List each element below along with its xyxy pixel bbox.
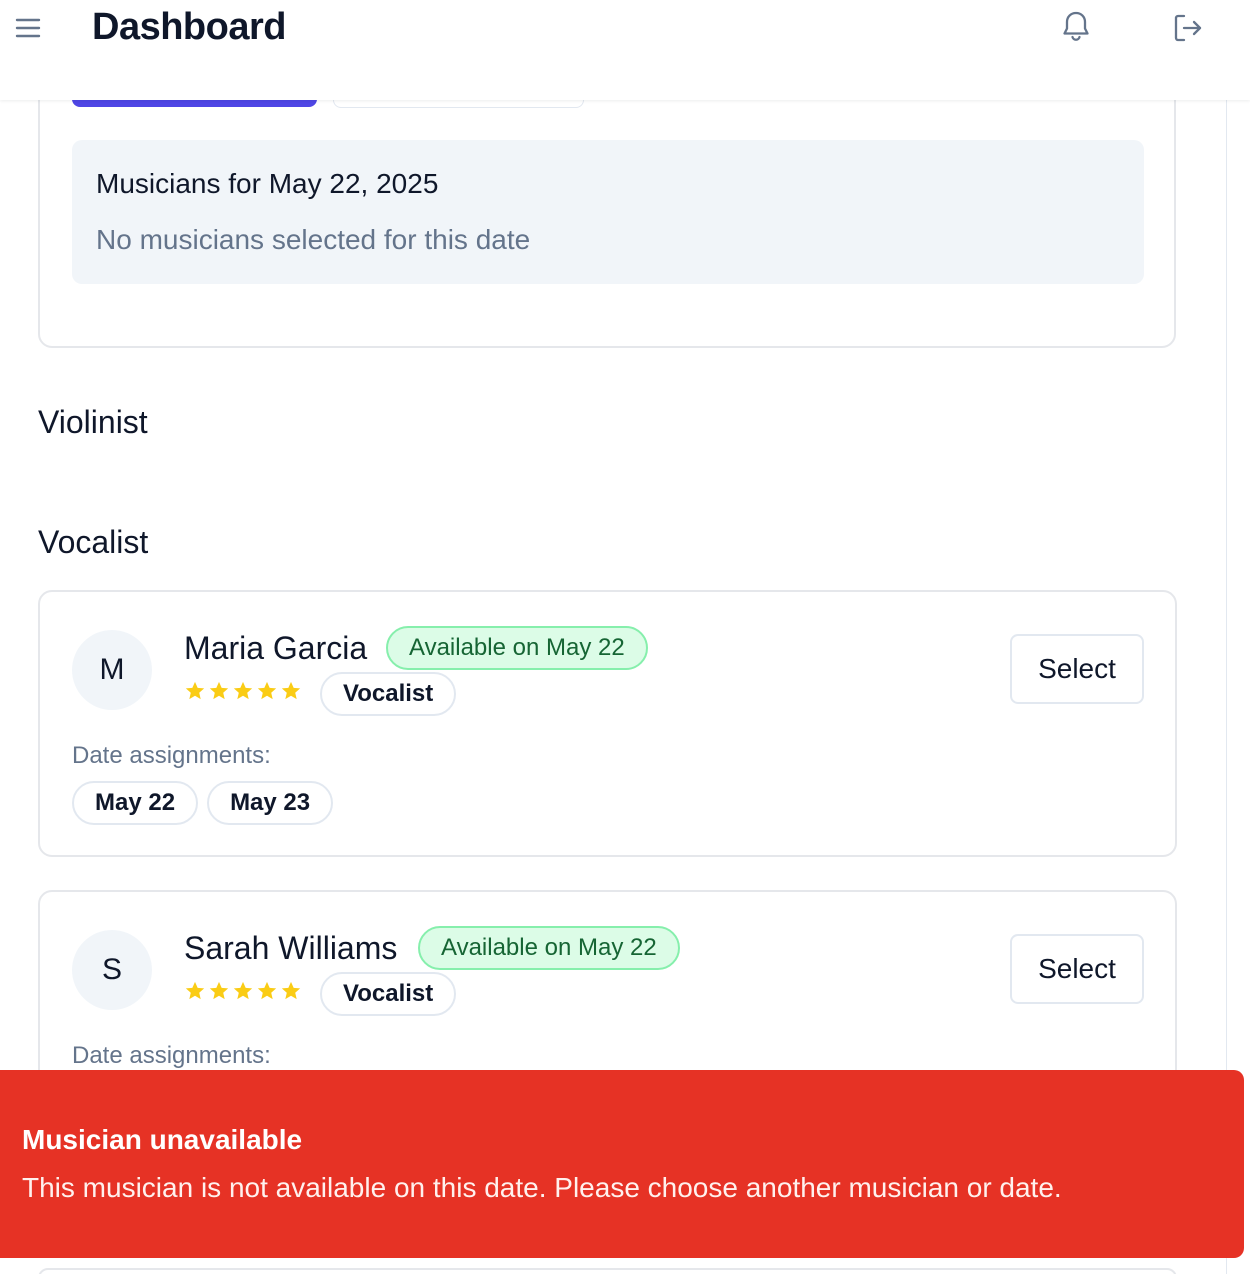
rating-stars <box>184 680 302 702</box>
star-icon <box>257 681 277 700</box>
avatar: M <box>72 630 152 710</box>
star-icon <box>281 981 301 1000</box>
page: Musicians for May 22, 2025 No musicians … <box>0 0 1250 1274</box>
star-icon <box>209 681 229 700</box>
select-button[interactable]: Select <box>1010 934 1144 1004</box>
bell-icon[interactable] <box>1060 10 1092 44</box>
star-icon <box>233 681 253 700</box>
section-heading-violinist: Violinist <box>38 404 148 440</box>
top-header: Dashboard <box>0 0 1250 100</box>
star-icon <box>233 981 253 1000</box>
page-title: Dashboard <box>92 6 286 48</box>
star-icon <box>185 981 205 1000</box>
toast-message: This musician is not available on this d… <box>22 1172 1062 1203</box>
musician-name: Maria Garcia <box>184 630 368 666</box>
musician-name: Sarah Williams <box>184 930 398 966</box>
date-assignments-label: Date assignments: <box>72 742 271 769</box>
selected-date-empty-text: No musicians selected for this date <box>96 224 531 255</box>
availability-badge: Available on May 22 <box>418 926 680 970</box>
date-assignment-chip[interactable]: May 23 <box>207 781 334 825</box>
role-badge: Vocalist <box>320 972 457 1016</box>
date-assignment-chip[interactable]: May 22 <box>72 781 199 825</box>
availability-badge: Available on May 22 <box>386 626 648 670</box>
date-assignments-label: Date assignments: <box>72 1042 271 1069</box>
musician-card: M Maria Garcia Available on May 22 Vocal… <box>38 590 1177 857</box>
star-icon <box>257 981 277 1000</box>
avatar: S <box>72 930 152 1010</box>
select-button[interactable]: Select <box>1010 634 1144 704</box>
rating-stars <box>184 980 302 1002</box>
star-icon <box>185 681 205 700</box>
toast-title: Musician unavailable <box>22 1124 303 1155</box>
logout-icon[interactable] <box>1172 12 1204 44</box>
musician-card <box>38 1268 1177 1274</box>
section-heading-vocalist: Vocalist <box>38 524 149 560</box>
date-assignments-list: May 22 May 23 <box>72 781 334 825</box>
error-toast[interactable]: Musician unavailable This musician is no… <box>0 1070 1244 1258</box>
role-badge: Vocalist <box>320 672 457 716</box>
selected-date-panel: Musicians for May 22, 2025 No musicians … <box>72 140 1144 284</box>
hamburger-menu-icon[interactable] <box>14 14 42 42</box>
selected-date-title: Musicians for May 22, 2025 <box>96 168 439 199</box>
star-icon <box>281 681 301 700</box>
star-icon <box>209 981 229 1000</box>
